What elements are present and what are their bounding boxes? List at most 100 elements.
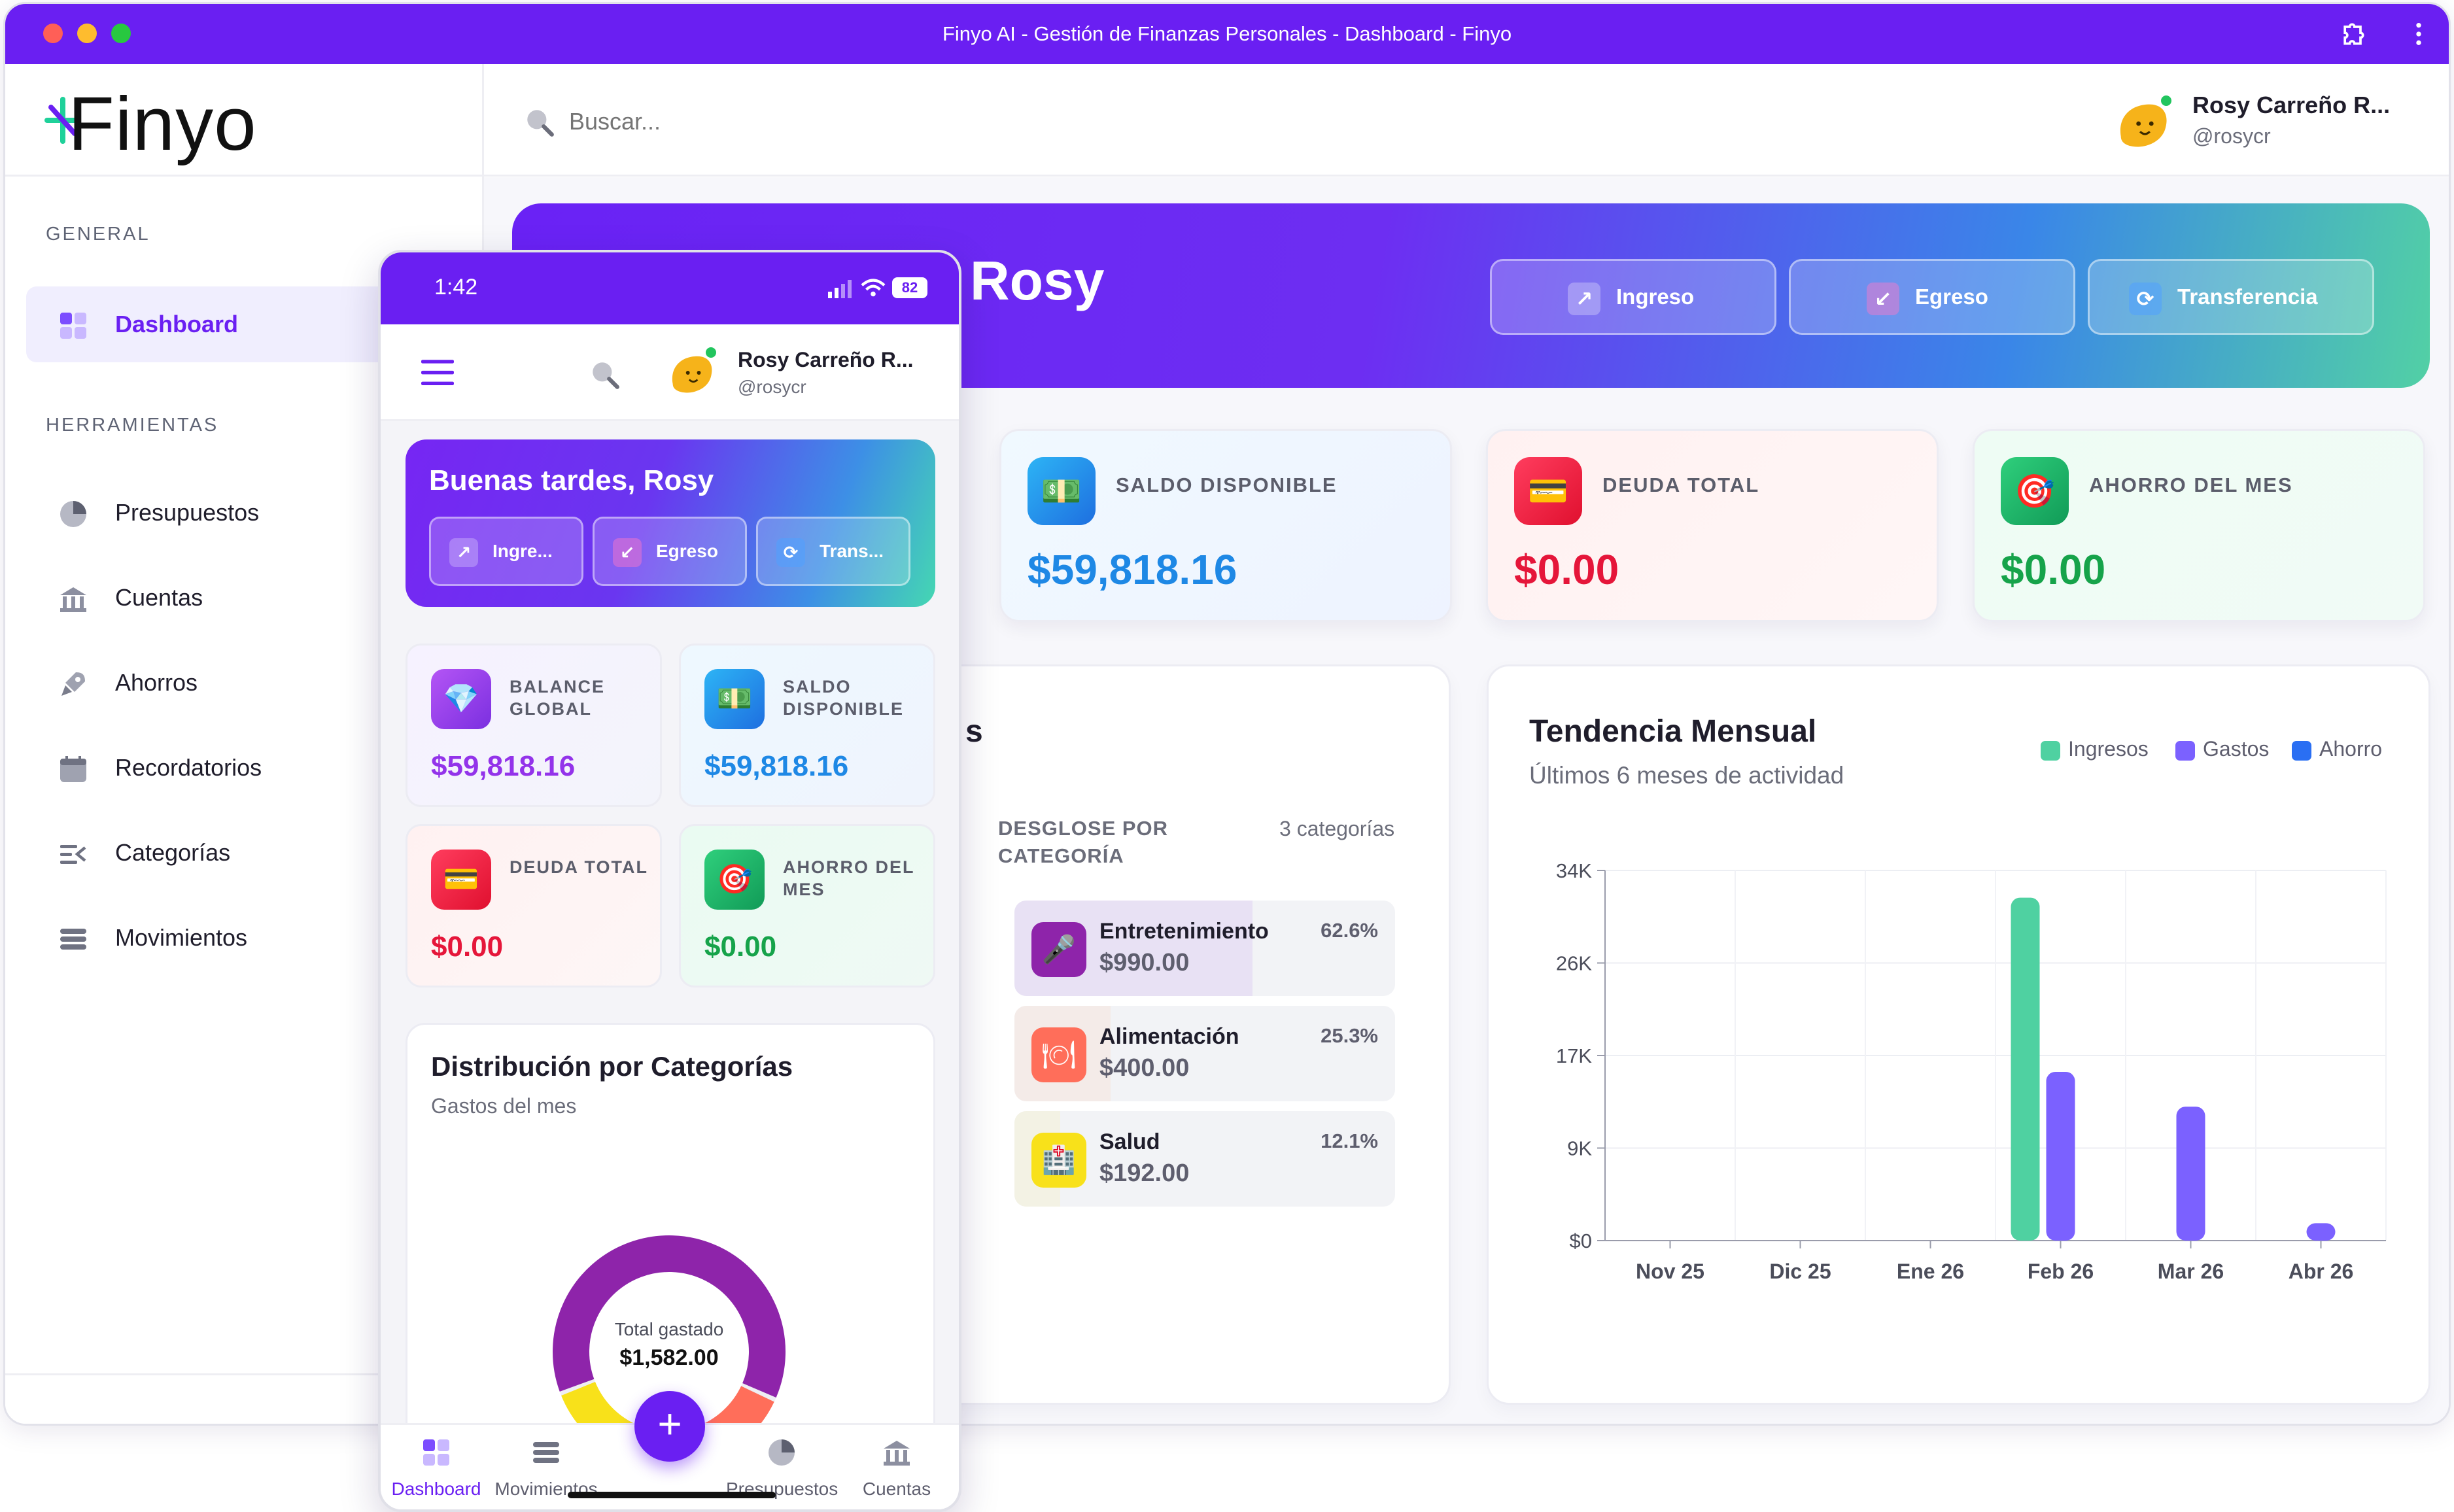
transfer-button[interactable]: ⟳ Transferencia: [2088, 259, 2374, 335]
category-row-entretenimiento[interactable]: 🎤 Entretenimiento $990.00 62.6%: [1014, 901, 1395, 996]
breakdown-count: 3 categorías: [1279, 817, 1395, 840]
bar-gastos-mar-26[interactable]: [2176, 1107, 2205, 1241]
stat-value: $59,818.16: [1028, 546, 1237, 593]
search-icon[interactable]: [523, 106, 556, 139]
x-tick-label: Abr 26: [2289, 1260, 2354, 1283]
x-tick-label: Feb 26: [2028, 1260, 2094, 1283]
phone-status-bar: 1:42 82: [381, 252, 959, 324]
category-name: Entretenimiento: [1099, 919, 1269, 944]
dashboard-grid-icon: [423, 1439, 449, 1466]
card-value: $59,818.16: [704, 750, 849, 782]
card-title: AHORRO DEL MES: [783, 857, 915, 899]
category-percent: 62.6%: [1321, 919, 1378, 942]
user-name[interactable]: Rosy Carreño R...: [738, 348, 914, 372]
donut-center-label: Total gastado: [614, 1319, 724, 1339]
arrow-down-left-icon: ↙: [613, 538, 642, 567]
battery-indicator: 82: [892, 277, 927, 298]
card-value: $0.00: [704, 931, 777, 963]
bar-gastos-abr-26[interactable]: [2306, 1223, 2336, 1241]
phone-bottom-nav: Dashboard Movimientos + Presupuestos Cue…: [381, 1391, 959, 1509]
browser-window: Finyo AI - Gestión de Finanzas Personale…: [3, 2, 2451, 1426]
card-title: SALDO DISPONIBLE: [783, 677, 905, 719]
section-title-general: GENERAL: [46, 224, 150, 245]
transfer-button[interactable]: ⟳ Trans...: [756, 517, 910, 586]
title-bar: Finyo AI - Gestión de Finanzas Personale…: [5, 4, 2449, 64]
stat-card-deuda[interactable]: 💳 DEUDA TOTAL $0.00: [1486, 429, 1939, 622]
expense-button-label: Egreso: [656, 541, 718, 561]
category-row-salud[interactable]: 🏥 Salud $192.00 12.1%: [1014, 1111, 1395, 1207]
stat-card-ahorro[interactable]: 🎯 AHORRO DEL MES $0.00: [1973, 429, 2425, 622]
stat-title: SALDO DISPONIBLE: [1116, 473, 1338, 496]
phone-card-deuda[interactable]: 💳 DEUDA TOTAL $0.00: [406, 824, 662, 988]
more-vertical-icon[interactable]: [2412, 21, 2425, 47]
rocket-icon: [61, 672, 85, 696]
online-status-dot: [2158, 93, 2174, 109]
hospital-icon: 🏥: [1031, 1133, 1086, 1188]
credit-card-icon: 💳: [1514, 457, 1582, 525]
nav-item-cuentas[interactable]: Cuentas: [841, 1425, 952, 1509]
transfer-button-label: Trans...: [820, 541, 884, 561]
card-value: $59,818.16: [431, 750, 576, 782]
categories-icon: [60, 845, 86, 864]
top-bar: Rosy Carreño R... @rosycr: [484, 64, 2449, 177]
nav-label: Dashboard: [391, 1479, 481, 1499]
income-button-label: Ingre...: [493, 541, 553, 561]
diamond-icon: 💎: [431, 669, 491, 729]
target-icon: 🎯: [2001, 457, 2069, 525]
expense-button[interactable]: ↙ Egreso: [1789, 259, 2075, 335]
category-panel-title: s: [965, 714, 983, 749]
greeting-name: Rosy: [970, 250, 1105, 311]
user-avatar[interactable]: [665, 345, 719, 400]
search-input[interactable]: [569, 102, 961, 141]
x-tick-label: Mar 26: [2158, 1260, 2224, 1283]
nav-item-presupuestos[interactable]: Presupuestos: [726, 1425, 838, 1509]
user-name[interactable]: Rosy Carreño R...: [2192, 92, 2390, 119]
search-icon[interactable]: [589, 358, 621, 391]
y-tick-label: 26K: [1556, 952, 1592, 975]
monthly-trend-chart: $0 9K 17K 26K 34K Nov 25 Dic 25 Ene 26 Feb 26 Mar…: [1556, 859, 2387, 1283]
user-handle: @rosycr: [738, 377, 806, 397]
category-row-alimentacion[interactable]: 🍽 Alimentación $400.00 25.3%: [1014, 1006, 1395, 1101]
user-handle: @rosycr: [2192, 124, 2271, 148]
hamburger-menu-icon[interactable]: [421, 357, 454, 387]
pie-chart-icon: [769, 1439, 795, 1466]
transfer-button-label: Transferencia: [2177, 284, 2318, 309]
nav-item-movimientos[interactable]: Movimientos: [491, 1425, 602, 1509]
y-tick-label: 17K: [1556, 1044, 1592, 1067]
expense-button[interactable]: ↙ Egreso: [593, 517, 747, 586]
category-percent: 12.1%: [1321, 1129, 1378, 1152]
monthly-trend-panel: Tendencia Mensual Últimos 6 meses de act…: [1487, 664, 2430, 1405]
nav-item-dashboard[interactable]: Dashboard: [381, 1425, 492, 1509]
user-avatar[interactable]: [2111, 92, 2175, 156]
extension-icon[interactable]: [2339, 20, 2368, 48]
microphone-icon: 🎤: [1031, 922, 1086, 977]
expense-button-label: Egreso: [1915, 284, 1988, 309]
brand-name[interactable]: Finyo: [68, 81, 257, 166]
card-title: BALANCE GLOBAL: [510, 677, 605, 719]
bank-icon: [884, 1441, 910, 1466]
wifi-icon: [861, 279, 886, 297]
income-button[interactable]: ↗ Ingreso: [1490, 259, 1776, 335]
stat-card-saldo[interactable]: 💵 SALDO DISPONIBLE $59,818.16: [999, 429, 1452, 622]
phone-header: Rosy Carreño R... @rosycr: [381, 324, 959, 421]
nav-label: Cuentas: [862, 1479, 931, 1499]
window-title: Finyo AI - Gestión de Finanzas Personale…: [942, 22, 1512, 45]
sidebar-item-label: Ahorros: [115, 669, 198, 696]
list-icon: [60, 929, 86, 950]
add-transaction-fab[interactable]: +: [634, 1391, 705, 1462]
bar-gastos-feb-26[interactable]: [2046, 1071, 2075, 1241]
phone-card-saldo[interactable]: 💵 SALDO DISPONIBLE $59,818.16: [679, 644, 935, 807]
list-icon: [533, 1442, 559, 1463]
credit-card-icon: 💳: [431, 850, 491, 910]
y-tick-label: 34K: [1556, 859, 1592, 882]
arrow-down-left-icon: ↙: [1867, 283, 1899, 315]
distribution-title: Distribución por Categorías: [431, 1051, 793, 1082]
income-button[interactable]: ↗ Ingre...: [429, 517, 583, 586]
online-status-dot: [704, 345, 718, 360]
bar-ingresos-feb-26[interactable]: [2011, 897, 2040, 1241]
card-value: $0.00: [431, 931, 504, 963]
x-tick-label: Nov 25: [1636, 1260, 1704, 1283]
phone-card-ahorro[interactable]: 🎯 AHORRO DEL MES $0.00: [679, 824, 935, 988]
phone-card-balance[interactable]: 💎 BALANCE GLOBAL $59,818.16: [406, 644, 662, 807]
stat-title: DEUDA TOTAL: [1602, 473, 1760, 496]
